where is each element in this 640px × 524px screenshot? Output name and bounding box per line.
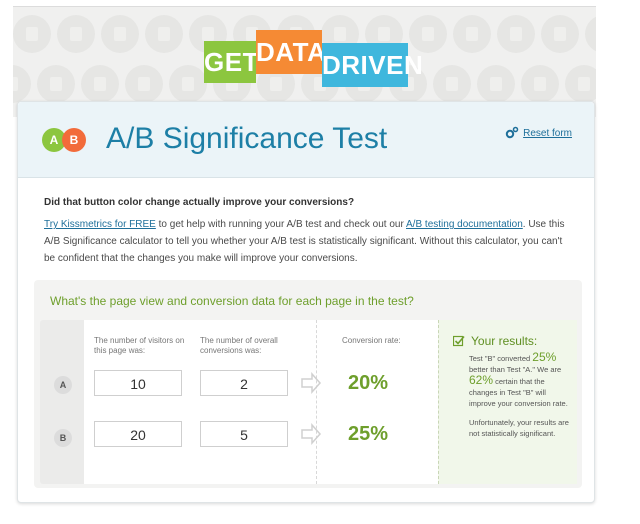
row-label-a: A <box>54 376 72 394</box>
gear-icon <box>505 126 519 139</box>
results-summary: Test "B" converted 25% better than Test … <box>469 350 569 409</box>
logo-word-data: DATA <box>256 30 326 74</box>
results-text: Test "B" converted 25% better than Test … <box>469 350 569 447</box>
reset-form-label[interactable]: Reset form <box>523 128 572 139</box>
column-divider <box>316 320 318 484</box>
visitors-input-b[interactable]: 20 <box>94 421 182 447</box>
page-title: A/B Significance Test <box>106 122 388 155</box>
form-question: What's the page view and conversion data… <box>50 294 414 308</box>
conversions-input-b[interactable]: 5 <box>200 421 288 447</box>
try-kissmetrics-link[interactable]: Try Kissmetrics for FREE <box>44 219 156 230</box>
visitors-column-header: The number of visitors on this page was: <box>94 336 185 355</box>
conversion-rate-header: Conversion rate: <box>342 336 401 345</box>
ab-icon-b: B <box>62 128 86 152</box>
logo-word-get: GET <box>204 41 258 83</box>
results-title: Your results: <box>453 334 537 348</box>
row-label-b: B <box>54 429 72 447</box>
results-significance: Unfortunately, your results are not stat… <box>469 418 569 438</box>
results-title-label: Your results: <box>471 334 538 348</box>
conversions-input-a[interactable]: 2 <box>200 370 288 396</box>
intro-paragraph: Try Kissmetrics for FREE to get help wit… <box>44 216 570 267</box>
checkbox-icon <box>453 335 465 347</box>
logo-word-driven: DRIVEN <box>322 43 423 87</box>
arrow-right-icon <box>301 423 322 445</box>
card-header: A B A/B Significance Test Reset form <box>18 102 594 178</box>
visitors-input-a[interactable]: 10 <box>94 370 182 396</box>
input-columns: The number of visitors on this page was:… <box>84 320 438 484</box>
results-certainty-percent: 62% <box>469 373 494 387</box>
conversion-rate-a: 20% <box>348 372 389 394</box>
results-panel: Your results: Test "B" converted 25% bet… <box>438 320 577 484</box>
ab-test-card: A B A/B Significance Test Reset form Did… <box>17 101 595 503</box>
ab-testing-documentation-link[interactable]: A/B testing documentation <box>406 219 523 230</box>
calculator-area: A B The number of visitors on this page … <box>40 320 577 484</box>
intro-question: Did that button color change actually im… <box>44 197 355 208</box>
conversion-rate-b: 25% <box>348 423 389 445</box>
data-panel: What's the page view and conversion data… <box>34 280 582 488</box>
arrow-right-icon <box>301 372 322 394</box>
conversions-column-header: The number of overall conversions was: <box>200 336 278 355</box>
reset-form-link[interactable]: Reset form <box>505 126 572 140</box>
results-text-1: Test "B" converted <box>469 354 533 363</box>
results-improvement-percent: 25% <box>532 350 557 364</box>
intro-text-1: to get help with running your A/B test a… <box>155 219 407 230</box>
